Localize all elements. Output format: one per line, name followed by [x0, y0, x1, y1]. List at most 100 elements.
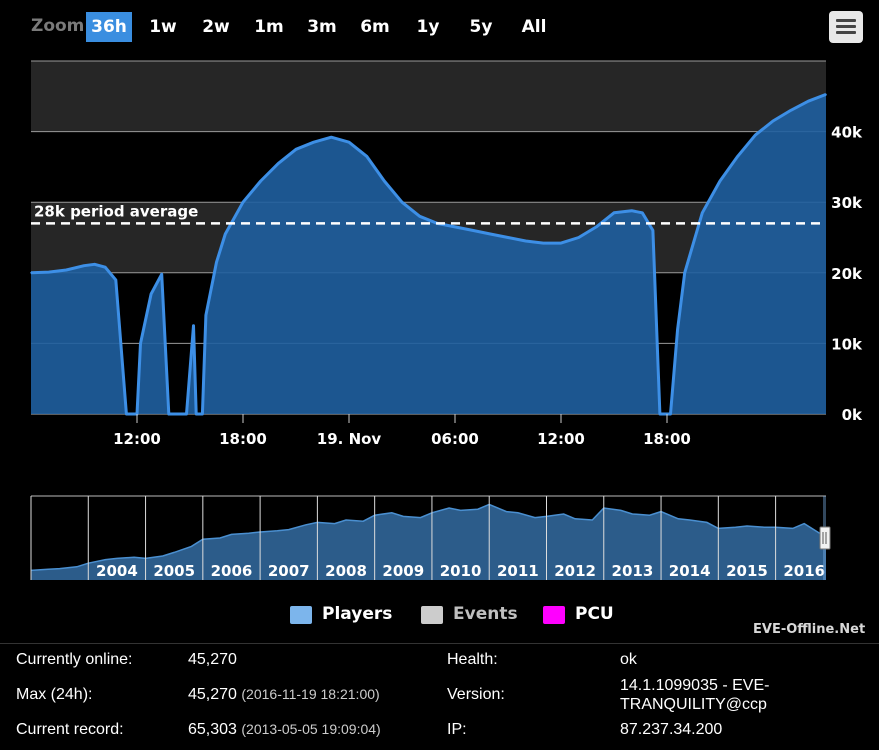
navigator-year-label: 2014 — [669, 562, 711, 580]
version-label: Version: — [447, 686, 505, 703]
data-point — [659, 413, 661, 415]
data-point — [192, 324, 195, 327]
data-point — [171, 413, 174, 415]
navigator-handle — [819, 526, 831, 550]
data-point — [224, 233, 227, 235]
data-point — [664, 413, 667, 415]
record-value-row: 65,303 (2013-05-05 19:09:04) — [188, 721, 381, 739]
data-point — [185, 413, 188, 415]
data-point — [198, 413, 200, 415]
currently-online-value: 45,270 — [188, 651, 237, 668]
plot-band-0 — [31, 61, 826, 132]
navigator-year-label: 2007 — [268, 562, 310, 580]
data-point — [139, 342, 142, 345]
data-point — [150, 293, 152, 295]
x-axis: 12:00 18:00 19. Nov 06:00 12:00 18:00 — [113, 414, 691, 448]
data-point — [507, 236, 509, 239]
data-point — [295, 148, 297, 151]
navigator-year-label: 2008 — [325, 562, 367, 580]
max-value-row: 45,270 (2016-11-19 18:21:00) — [188, 686, 380, 704]
data-point — [201, 413, 204, 415]
data-point — [125, 413, 128, 415]
navigator[interactable]: 2004 2005 2006 2007 2008 2009 2010 2011 2012 2013… — [30, 495, 831, 580]
record-value: 65,303 — [188, 721, 237, 738]
data-point — [524, 240, 527, 242]
data-point — [115, 279, 117, 281]
data-point — [93, 263, 96, 266]
data-point — [542, 242, 545, 244]
data-point — [365, 155, 368, 158]
data-point — [683, 272, 686, 274]
events-swatch — [421, 606, 443, 624]
navigator-year-label: 2010 — [440, 562, 482, 580]
data-point — [471, 229, 474, 232]
data-point — [454, 226, 456, 228]
data-point — [47, 271, 50, 273]
data-point — [560, 242, 562, 244]
data-point — [754, 134, 757, 136]
max-value: 45,270 — [188, 686, 237, 703]
max-time: (2016-11-19 18:21:00) — [241, 686, 380, 702]
pcu-swatch — [543, 606, 565, 624]
data-point — [30, 272, 32, 274]
legend-pcu-label: PCU — [575, 604, 614, 624]
ip-value: 87.237.34.200 — [620, 721, 723, 738]
navigator-year-label: 2011 — [497, 562, 539, 580]
navigator-year-label: 2016 — [783, 562, 825, 580]
data-point — [205, 314, 207, 316]
navigator-year-label: 2009 — [382, 562, 424, 580]
data-point — [65, 269, 68, 271]
data-point — [630, 209, 633, 212]
credit-link[interactable]: EVE-Offline.Net — [753, 622, 865, 637]
x-tick-label: 18:00 — [643, 430, 691, 448]
players-chart: 28k period average 12:00 18:00 19. Nov 06:0… — [30, 60, 863, 580]
data-point — [348, 141, 350, 143]
data-point — [242, 201, 244, 203]
data-point — [132, 413, 135, 415]
average-label: 28k period average — [34, 202, 198, 220]
data-point — [613, 211, 615, 214]
data-point — [215, 261, 218, 264]
navigator-year-label: 2006 — [211, 562, 253, 580]
y-tick-label: 10k — [831, 335, 863, 353]
x-tick-label: 06:00 — [431, 430, 479, 448]
health-value: ok — [620, 651, 637, 668]
data-point — [175, 413, 177, 415]
health-label: Health: — [447, 651, 498, 668]
navigator-year-label: 2005 — [153, 562, 195, 580]
navigator-year-label: 2015 — [726, 562, 768, 580]
legend-events-label: Events — [453, 604, 518, 624]
data-point — [719, 180, 721, 182]
data-point — [104, 266, 106, 268]
y-tick-label: 20k — [831, 265, 863, 283]
record-label: Current record: — [16, 721, 124, 738]
y-tick-label: 40k — [831, 124, 863, 142]
data-point — [83, 264, 85, 267]
navigator-year-label: 2004 — [96, 562, 138, 580]
data-point — [652, 229, 654, 232]
data-point — [401, 201, 403, 203]
data-point — [701, 211, 704, 214]
navigator-year-label: 2013 — [612, 562, 654, 580]
data-point — [641, 211, 644, 214]
navigator-year-label: 2012 — [554, 562, 596, 580]
data-point — [489, 233, 492, 235]
data-point — [825, 93, 827, 96]
x-tick-label: 12:00 — [537, 430, 585, 448]
data-point — [330, 136, 333, 139]
legend-players-label: Players — [322, 604, 393, 624]
data-point — [789, 109, 792, 112]
data-point — [168, 413, 170, 415]
data-point — [676, 328, 679, 331]
data-point — [277, 162, 280, 165]
version-value: 14.1.1099035 - EVE-TRANQUILITY@ccp — [620, 677, 770, 713]
data-point — [383, 180, 386, 182]
y-axis: 0k 10k 20k 30k 40k — [831, 124, 863, 424]
data-point — [595, 226, 598, 228]
data-point — [312, 141, 315, 143]
x-tick-label: 18:00 — [219, 430, 267, 448]
y-tick-label: 0k — [842, 406, 863, 424]
data-point — [195, 413, 197, 415]
data-point — [577, 236, 580, 239]
players-swatch — [290, 606, 312, 624]
